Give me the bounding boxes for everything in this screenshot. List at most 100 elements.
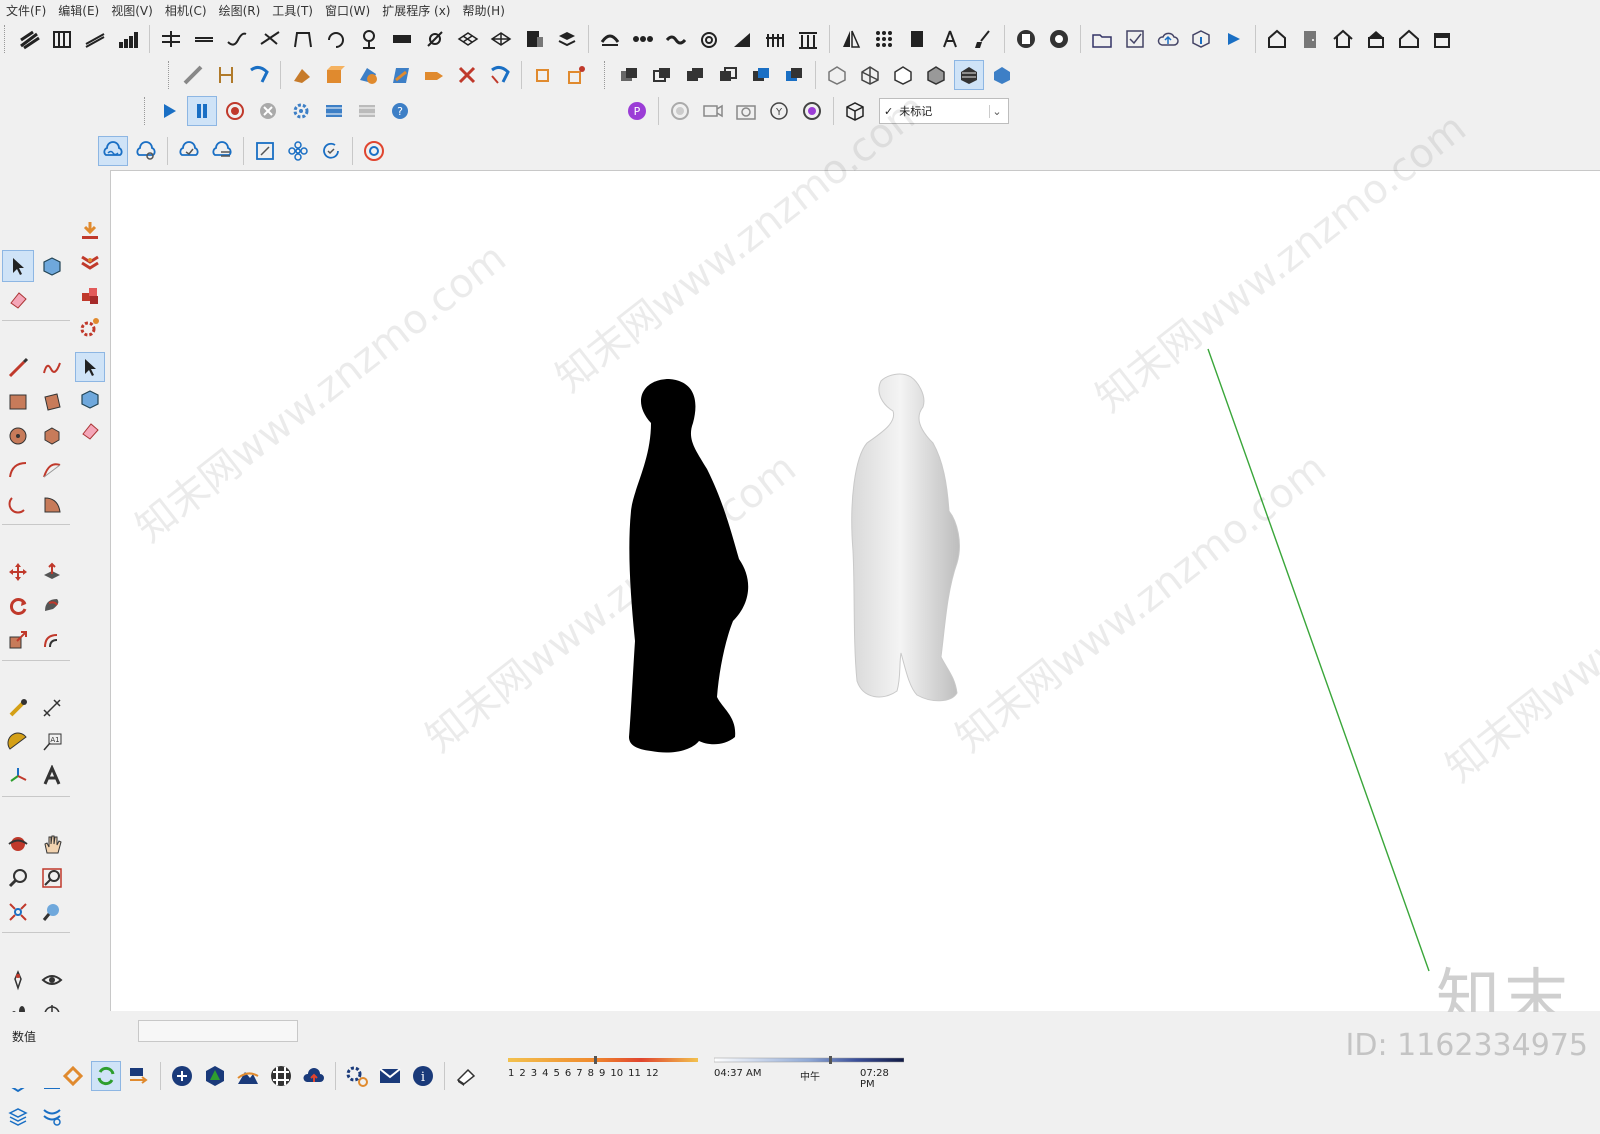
video-camera-icon[interactable] [698, 96, 728, 126]
pause-icon[interactable] [187, 96, 217, 126]
eraser-2-icon[interactable] [75, 416, 105, 446]
two-point-arc-icon[interactable] [36, 454, 68, 486]
zoom-icon[interactable] [2, 862, 34, 894]
house-outline-icon[interactable] [1394, 24, 1424, 54]
checker-sphere-icon[interactable] [266, 1061, 296, 1091]
solid-split-icon[interactable] [779, 60, 809, 90]
dimension-icon[interactable] [211, 60, 241, 90]
landscape-icon[interactable] [233, 1061, 263, 1091]
cloud-list-icon[interactable] [207, 136, 237, 166]
menu-file[interactable]: 文件(F) [0, 2, 52, 19]
panel-icon[interactable] [902, 24, 932, 54]
store-icon[interactable] [1427, 24, 1457, 54]
model-viewport[interactable]: 知末网www.znzmo.com 知末网www.znzmo.com 知末网www… [110, 85, 1600, 1011]
box-door-icon[interactable] [519, 24, 549, 54]
flower-settings-icon[interactable] [797, 96, 827, 126]
chevron-stack-icon[interactable] [75, 248, 105, 278]
help-icon[interactable]: ? [385, 96, 415, 126]
tree-icon[interactable] [200, 1061, 230, 1091]
select-arrow-icon[interactable] [2, 250, 34, 282]
menu-view[interactable]: 视图(V) [105, 2, 159, 19]
dimension-tool-icon[interactable] [36, 692, 68, 724]
position-camera-icon[interactable] [2, 964, 34, 996]
stack-icon[interactable] [552, 24, 582, 54]
polygon-icon[interactable] [36, 420, 68, 452]
style-monochrome-icon[interactable] [987, 60, 1017, 90]
select-arrow-2-icon[interactable] [75, 352, 105, 382]
chevron-down-icon[interactable]: ⌄ [989, 104, 1004, 118]
zoom-extents-icon[interactable] [2, 896, 34, 928]
knife-icon[interactable] [178, 60, 208, 90]
colonnade-icon[interactable] [793, 24, 823, 54]
look-around-icon[interactable] [36, 964, 68, 996]
gear-red-icon[interactable] [75, 312, 105, 342]
cube-download-icon[interactable] [1186, 24, 1216, 54]
three-point-arc-icon[interactable] [2, 488, 34, 520]
fence-icon[interactable] [760, 24, 790, 54]
cube-tag-icon[interactable] [840, 96, 870, 126]
cloud-upload-2-icon[interactable] [299, 1061, 329, 1091]
move-icon[interactable] [2, 556, 34, 588]
menu-edit[interactable]: 编辑(E) [52, 2, 105, 19]
brush-icon[interactable] [968, 24, 998, 54]
house-box-icon[interactable] [1262, 24, 1292, 54]
measurements-input[interactable] [138, 1020, 298, 1042]
offset-box-2-icon[interactable] [561, 60, 591, 90]
rotate-icon[interactable] [2, 590, 34, 622]
stairs-icon[interactable] [14, 24, 44, 54]
axes-icon[interactable] [2, 760, 34, 792]
upload-down-icon[interactable] [75, 216, 105, 246]
solid-outer-shell-icon[interactable] [614, 60, 644, 90]
style-wireframe-icon[interactable] [855, 60, 885, 90]
refresh-check-icon[interactable] [316, 136, 346, 166]
slab-icon[interactable] [387, 24, 417, 54]
gears-icon[interactable] [342, 1061, 372, 1091]
push-pull-icon[interactable] [36, 556, 68, 588]
grid-plane-icon[interactable] [453, 24, 483, 54]
film-icon[interactable] [319, 96, 349, 126]
frame-icon[interactable] [250, 136, 280, 166]
lens-icon[interactable] [665, 96, 695, 126]
record-icon[interactable] [220, 96, 250, 126]
solid-union-icon[interactable] [680, 60, 710, 90]
stop-icon[interactable] [253, 96, 283, 126]
compass-icon[interactable] [935, 24, 965, 54]
chrome-icon[interactable] [359, 136, 389, 166]
menu-tools[interactable]: 工具(T) [266, 2, 319, 19]
box-orange-icon[interactable] [320, 60, 350, 90]
dots-chain-icon[interactable] [628, 24, 658, 54]
make-component-icon[interactable] [36, 250, 68, 282]
mirror-icon[interactable] [836, 24, 866, 54]
wall-icon[interactable] [47, 24, 77, 54]
door-icon[interactable] [1295, 24, 1325, 54]
menu-draw[interactable]: 绘图(R) [213, 2, 267, 19]
open-folder-icon[interactable] [1087, 24, 1117, 54]
add-circle-icon[interactable] [167, 1061, 197, 1091]
loft-icon[interactable] [485, 60, 515, 90]
curve-tool-icon[interactable] [222, 24, 252, 54]
sync-arrow-icon[interactable] [1219, 24, 1249, 54]
array-dots-icon[interactable] [869, 24, 899, 54]
component-2-icon[interactable] [75, 384, 105, 414]
toolbar-grip[interactable] [168, 61, 172, 89]
grid-plane-2-icon[interactable] [486, 24, 516, 54]
menu-help[interactable]: 帮助(H) [456, 2, 510, 19]
wave-icon[interactable] [661, 24, 691, 54]
branch-icon[interactable] [255, 24, 285, 54]
follow-me-icon[interactable] [36, 590, 68, 622]
flower-icon[interactable] [283, 136, 313, 166]
extrude-edge-icon[interactable] [287, 60, 317, 90]
orbit-icon[interactable] [2, 828, 34, 860]
pencil-line-icon[interactable] [2, 352, 34, 384]
tree-lines-icon[interactable] [354, 24, 384, 54]
roof-box-icon[interactable] [1361, 24, 1391, 54]
circle-icon[interactable] [2, 420, 34, 452]
film-export-icon[interactable] [352, 96, 382, 126]
settings-gear-icon[interactable] [286, 96, 316, 126]
spiral-icon[interactable] [694, 24, 724, 54]
menu-extensions[interactable]: 扩展程序 (x) [376, 2, 456, 19]
freehand-icon[interactable] [36, 352, 68, 384]
eraser-icon[interactable] [2, 284, 34, 316]
mail-icon[interactable] [375, 1061, 405, 1091]
rotated-rectangle-icon[interactable] [36, 386, 68, 418]
